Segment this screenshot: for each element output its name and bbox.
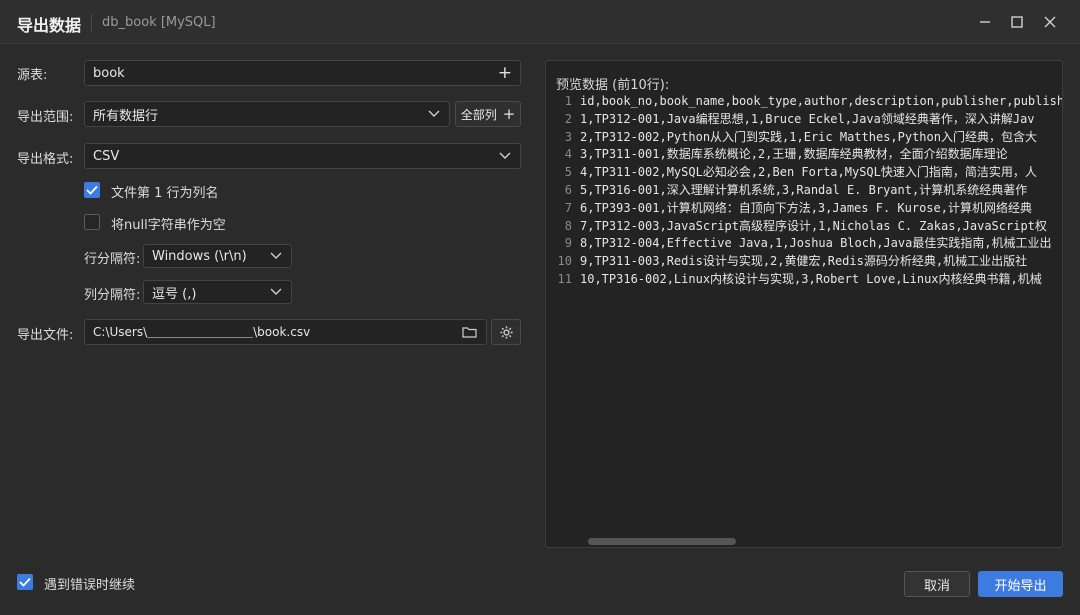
line-number: 6	[564, 182, 572, 197]
chevron-down-icon	[269, 249, 283, 263]
line-text: 3,TP311-001,数据库系统概论,2,王珊,数据库经典教材，全面介绍数据库…	[580, 147, 1008, 162]
preview-title: 预览数据 (前10行):	[556, 78, 670, 93]
preview-line: 7 6,TP393-001,计算机网络：自顶向下方法,3,James F. Kur…	[546, 200, 1062, 218]
chevron-down-icon	[427, 107, 441, 121]
export-format-value: CSV	[93, 148, 120, 164]
source-table-field[interactable]: book +	[84, 60, 521, 86]
line-number: 1	[564, 94, 572, 108]
preview-panel: 预览数据 (前10行): 1 id,book_no,book_name,book_…	[545, 60, 1063, 548]
file-settings-button[interactable]	[491, 319, 521, 345]
line-number: 5	[564, 165, 572, 180]
row-separator-label: 行分隔符:	[84, 252, 141, 267]
line-text: 8,TP312-004,Effective Java,1,Joshua Bloc…	[580, 236, 1052, 251]
preview-line: 3 2,TP312-002,Python从入门到实践,1,Eric Matthes…	[546, 129, 1062, 147]
preview-line: 4 3,TP311-001,数据库系统概论,2,王珊,数据库经典教材，全面介绍数据…	[546, 146, 1062, 164]
line-text: 10,TP316-002,Linux内核设计与实现,3,Robert Love,…	[580, 271, 1042, 286]
null-as-empty-label: 将null字符串作为空	[111, 218, 226, 233]
column-separator-label: 列分隔符:	[84, 288, 141, 303]
redacted-username	[147, 336, 254, 338]
folder-icon[interactable]	[460, 325, 478, 339]
export-range-value: 所有数据行	[93, 108, 159, 124]
title-divider	[91, 14, 92, 32]
line-text: 1,TP312-001,Java编程思想,1,Bruce Eckel,Java领…	[580, 111, 1035, 126]
line-number: 11	[557, 271, 572, 286]
preview-line: 5 4,TP311-002,MySQL必知必会,2,Ben Forta,MySQL…	[546, 164, 1062, 182]
preview-line: 11 10,TP316-002,Linux内核设计与实现,3,Robert Lov…	[546, 271, 1062, 289]
file-path-prefix: C:\Users\	[93, 325, 148, 339]
columns-button[interactable]: 全部列 +	[455, 101, 521, 127]
line-number: 10	[557, 254, 572, 269]
export-format-label: 导出格式:	[17, 152, 74, 167]
preview-line: 2 1,TP312-001,Java编程思想,1,Bruce Eckel,Java…	[546, 111, 1062, 129]
preview-line: 9 8,TP312-004,Effective Java,1,Joshua Blo…	[546, 235, 1062, 253]
line-text: 4,TP311-002,MySQL必知必会,2,Ben Forta,MySQL快…	[580, 165, 1037, 180]
title-bar: 导出数据 db_book [MySQL]	[0, 0, 1080, 44]
export-range-label: 导出范围:	[17, 110, 74, 125]
line-number: 8	[564, 218, 572, 233]
minimize-icon[interactable]	[975, 12, 995, 32]
line-text: id,book_no,book_name,book_type,author,de…	[580, 94, 1062, 108]
add-icon[interactable]: +	[498, 64, 512, 82]
start-export-button[interactable]: 开始导出	[978, 571, 1063, 597]
line-text: 5,TP316-001,深入理解计算机系统,3,Randal E. Bryant…	[580, 182, 1028, 197]
add-icon: +	[502, 104, 516, 123]
chevron-down-icon	[498, 149, 512, 163]
preview-line: 10 9,TP311-003,Redis设计与实现,2,黄健宏,Redis源码分析…	[546, 253, 1062, 271]
export-range-select[interactable]: 所有数据行	[84, 101, 450, 127]
preview-line: 1 id,book_no,book_name,book_type,author,d…	[546, 93, 1062, 111]
column-separator-select[interactable]: 逗号 (,)	[143, 280, 292, 304]
row-separator-value: Windows (\r\n)	[152, 248, 247, 264]
null-as-empty-checkbox[interactable]	[84, 214, 100, 230]
line-number: 3	[564, 129, 572, 144]
line-number: 7	[564, 200, 572, 215]
line-text: 2,TP312-002,Python从入门到实践,1,Eric Matthes,…	[580, 129, 1037, 144]
first-row-header-label: 文件第 1 行为列名	[111, 186, 219, 201]
export-file-label: 导出文件:	[17, 328, 74, 343]
maximize-icon[interactable]	[1007, 12, 1027, 32]
dialog-title: 导出数据	[17, 16, 82, 35]
cancel-button[interactable]: 取消	[904, 571, 970, 597]
export-format-select[interactable]: CSV	[84, 143, 521, 169]
line-text: 6,TP393-001,计算机网络：自顶向下方法,3,James F. Kuro…	[580, 200, 1032, 215]
line-text: 7,TP312-003,JavaScript高级程序设计,1,Nicholas …	[580, 218, 1047, 233]
close-icon[interactable]	[1040, 12, 1060, 32]
first-row-header-checkbox[interactable]	[84, 182, 100, 198]
source-table-value: book	[93, 65, 125, 81]
horizontal-scrollbar[interactable]	[588, 538, 736, 545]
line-number: 9	[564, 236, 572, 251]
preview-code: 1 id,book_no,book_name,book_type,author,d…	[546, 93, 1062, 289]
preview-line: 8 7,TP312-003,JavaScript高级程序设计,1,Nicholas…	[546, 218, 1062, 236]
columns-button-label: 全部列	[460, 107, 497, 122]
gear-icon	[499, 325, 513, 339]
line-number: 4	[564, 147, 572, 162]
column-separator-value: 逗号 (,)	[152, 286, 197, 302]
row-separator-select[interactable]: Windows (\r\n)	[143, 244, 292, 268]
connection-name: db_book [MySQL]	[102, 15, 216, 30]
file-path-suffix: \book.csv	[253, 325, 311, 339]
line-number: 2	[564, 111, 572, 126]
continue-on-error-label: 遇到错误时继续	[44, 578, 136, 593]
preview-line: 6 5,TP316-001,深入理解计算机系统,3,Randal E. Bryan…	[546, 182, 1062, 200]
source-table-label: 源表:	[17, 68, 48, 83]
export-file-input[interactable]: C:\Users\ \book.csv	[84, 319, 487, 345]
line-text: 9,TP311-003,Redis设计与实现,2,黄健宏,Redis源码分析经典…	[580, 254, 1028, 269]
chevron-down-icon	[269, 285, 283, 299]
continue-on-error-checkbox[interactable]	[17, 574, 33, 590]
